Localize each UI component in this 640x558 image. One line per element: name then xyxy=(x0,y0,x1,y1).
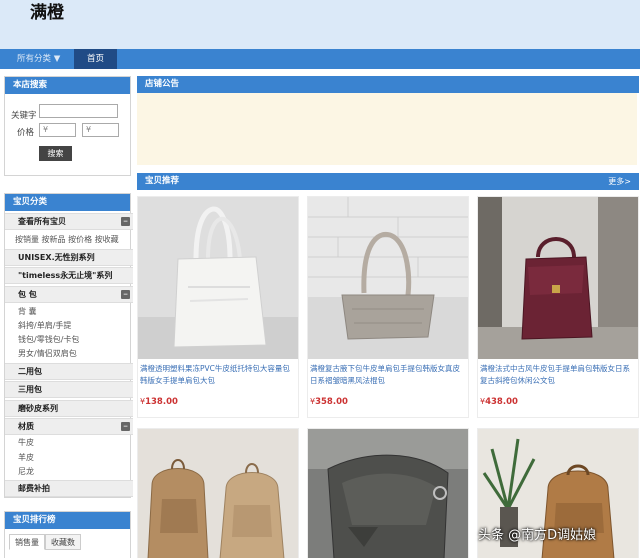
product-image[interactable] xyxy=(138,197,298,359)
category-unisex[interactable]: UNISEX.无性别系列 xyxy=(5,249,133,266)
category-two-way-bag[interactable]: 二用包 xyxy=(5,363,133,380)
recommend-title: 宝贝推荐 xyxy=(145,176,180,186)
category-label: 材质 xyxy=(18,422,34,431)
category-three-way-bag[interactable]: 三用包 xyxy=(5,381,133,398)
ranking-panel: 宝贝排行榜 销售量 收藏数 xyxy=(4,511,131,558)
subcategory-item[interactable]: 背 囊 xyxy=(18,306,37,317)
product-title[interactable]: 满橙法式中古风牛皮包手提单肩包韩版女日系复古斜挎包休闲公文包 xyxy=(480,363,636,387)
price-max-input[interactable]: ¥ xyxy=(82,123,119,137)
product-price: ¥438.00 xyxy=(480,397,518,407)
product-title[interactable]: 满橙复古腋下包牛皮单肩包手提包韩版女真皮日系褶皱暗黑风法棍包 xyxy=(310,363,466,387)
sort-by-sales[interactable]: 按销量 xyxy=(15,235,39,244)
keyword-label: 关键字 xyxy=(11,111,37,121)
view-all-label: 查看所有宝贝 xyxy=(18,217,66,226)
ranking-tabs: 销售量 收藏数 xyxy=(9,534,81,550)
keyword-input[interactable] xyxy=(39,104,118,118)
price-label: 价格 xyxy=(17,128,35,138)
notice-content xyxy=(137,93,637,165)
category-label: UNISEX.无性别系列 xyxy=(18,253,95,262)
nav-all-categories[interactable]: 所有分类 ▼ xyxy=(0,49,74,69)
search-panel-title: 本店搜索 xyxy=(5,77,130,94)
price-value: 358.00 xyxy=(315,397,348,407)
shop-header: 满橙 xyxy=(0,0,640,49)
product-card[interactable] xyxy=(137,428,299,558)
ranking-panel-title: 宝贝排行榜 xyxy=(5,512,130,529)
subcategory-item[interactable]: 牛皮 xyxy=(18,437,34,448)
product-image[interactable] xyxy=(308,197,468,359)
category-label: 磨砂皮系列 xyxy=(18,404,58,413)
nav-home[interactable]: 首页 xyxy=(74,49,117,69)
category-label: 三用包 xyxy=(18,385,42,394)
category-suede[interactable]: 磨砂皮系列 xyxy=(5,400,133,417)
product-price: ¥358.00 xyxy=(310,397,348,407)
sort-by-favorites[interactable]: 按收藏 xyxy=(95,235,119,244)
watermark: 头条 @南方D调姑娘 xyxy=(478,528,597,543)
price-value: 438.00 xyxy=(485,397,518,407)
category-label: 邮费补拍 xyxy=(18,484,50,493)
product-card[interactable]: 满橙透明塑料果冻PVC牛皮纸托特包大容量包韩版女手提单肩包大包 ¥138.00 xyxy=(137,196,299,418)
subcategory-item[interactable]: 羊皮 xyxy=(18,452,34,463)
search-button[interactable]: 搜索 xyxy=(39,146,72,161)
category-label: "timeless永无止境"系列 xyxy=(18,271,113,280)
view-all-products[interactable]: 查看所有宝贝 − xyxy=(5,213,133,230)
sort-options: 按销量 按新品 按价格 按收藏 xyxy=(15,234,119,245)
category-label: 二用包 xyxy=(18,367,42,376)
notice-panel: 店铺公告 xyxy=(137,76,639,166)
price-min-input[interactable]: ¥ xyxy=(39,123,76,137)
collapse-icon[interactable]: − xyxy=(121,217,130,226)
recommend-panel-title: 宝贝推荐 更多> xyxy=(137,173,639,190)
tab-favorites[interactable]: 收藏数 xyxy=(45,534,81,550)
category-label: 包 包 xyxy=(18,290,37,299)
collapse-icon[interactable]: − xyxy=(121,422,130,431)
product-card[interactable]: 满橙法式中古风牛皮包手提单肩包韩版女日系复古斜挎包休闲公文包 ¥438.00 xyxy=(477,196,639,418)
search-panel: 本店搜索 关键字 价格 ¥ ¥ 搜索 xyxy=(4,76,131,176)
product-price: ¥138.00 xyxy=(140,397,178,407)
category-material[interactable]: 材质 − xyxy=(5,418,133,435)
shop-name[interactable]: 满橙 xyxy=(30,0,64,23)
product-image[interactable] xyxy=(308,429,468,558)
subcategory-item[interactable]: 钱包/零钱包/卡包 xyxy=(18,334,79,345)
subcategory-item[interactable]: 尼龙 xyxy=(18,466,34,477)
collapse-icon[interactable]: − xyxy=(121,290,130,299)
category-panel-title: 宝贝分类 xyxy=(5,194,130,211)
recommend-panel: 宝贝推荐 更多> xyxy=(137,173,639,190)
tab-sales[interactable]: 销售量 xyxy=(9,534,45,550)
category-timeless[interactable]: "timeless永无止境"系列 xyxy=(5,267,133,284)
product-card[interactable] xyxy=(307,428,469,558)
sort-by-new[interactable]: 按新品 xyxy=(42,235,66,244)
nav-bar: 所有分类 ▼ 首页 xyxy=(0,49,640,69)
more-link[interactable]: 更多> xyxy=(608,173,631,190)
product-image[interactable] xyxy=(138,429,298,558)
subcategory-item[interactable]: 男女/情侣双肩包 xyxy=(18,348,77,359)
product-image[interactable] xyxy=(478,197,638,359)
notice-panel-title: 店铺公告 xyxy=(137,76,639,93)
product-title[interactable]: 满橙透明塑料果冻PVC牛皮纸托特包大容量包韩版女手提单肩包大包 xyxy=(140,363,296,387)
sort-by-price[interactable]: 按价格 xyxy=(68,235,92,244)
price-value: 138.00 xyxy=(145,397,178,407)
category-shipping-supplement[interactable]: 邮费补拍 xyxy=(5,480,133,497)
subcategory-item[interactable]: 斜挎/单肩/手提 xyxy=(18,320,71,331)
category-bags[interactable]: 包 包 − xyxy=(5,286,133,303)
product-card[interactable]: 满橙复古腋下包牛皮单肩包手提包韩版女真皮日系褶皱暗黑风法棍包 ¥358.00 xyxy=(307,196,469,418)
category-panel: 宝贝分类 查看所有宝贝 − 按销量 按新品 按价格 按收藏 UNISEX.无性别… xyxy=(4,193,133,498)
